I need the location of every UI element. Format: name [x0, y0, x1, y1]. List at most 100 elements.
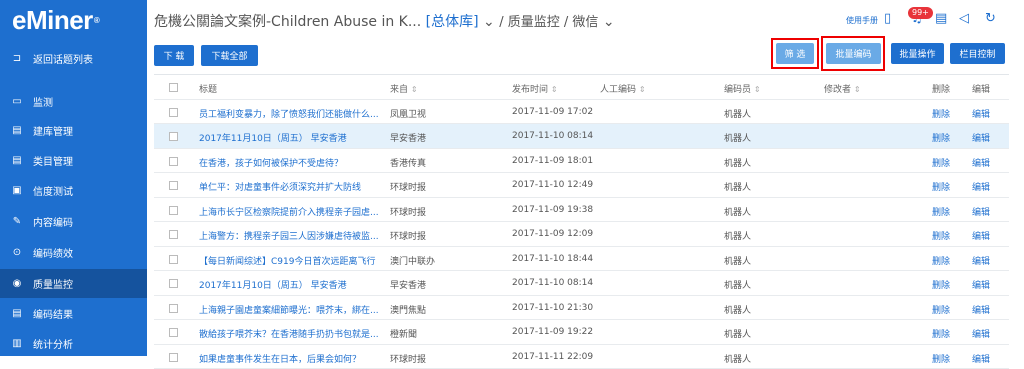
coder-cell: 机器人: [724, 205, 751, 218]
coder-cell: 机器人: [724, 229, 751, 242]
sidebar-item-label: 编码绩效: [33, 245, 73, 260]
article-title-link[interactable]: 2017年11月10日（周五） 早安香港: [199, 278, 379, 291]
row-checkbox[interactable]: [169, 230, 178, 239]
row-checkbox[interactable]: [169, 181, 178, 190]
edit-link[interactable]: 编辑: [972, 254, 990, 267]
db-link[interactable]: [总体库]: [426, 14, 479, 30]
batch-operation-button[interactable]: 批量操作: [891, 43, 944, 64]
row-checkbox[interactable]: [169, 304, 178, 313]
article-title-link[interactable]: 员工福利变暴力，除了愤怒我们还能做什么...: [199, 107, 379, 120]
row-checkbox[interactable]: [169, 132, 178, 141]
sidebar-item-label: 统计分析: [33, 336, 73, 351]
row-checkbox[interactable]: [169, 206, 178, 215]
select-all-checkbox[interactable]: [169, 83, 178, 92]
sidebar-item[interactable]: ▭监测: [0, 87, 147, 116]
refresh-icon[interactable]: ↻: [985, 11, 996, 26]
edit-link[interactable]: 编辑: [972, 278, 990, 291]
column-control-button[interactable]: 栏目控制: [950, 43, 1005, 64]
coder-cell: 机器人: [724, 278, 751, 291]
row-checkbox[interactable]: [169, 353, 178, 362]
notification-badge: 99+: [908, 7, 933, 19]
sidebar-item[interactable]: ▤ 建库管理: [0, 116, 147, 145]
column-header-manual[interactable]: 人工编码 ⇕: [600, 82, 646, 95]
edit-link[interactable]: 编辑: [972, 303, 990, 316]
article-title-link[interactable]: 2017年11月10日（周五） 早安香港: [199, 131, 379, 144]
column-header-edit: 编辑: [972, 82, 990, 95]
column-header-editor[interactable]: 修改者 ⇕: [824, 82, 861, 95]
table-row: 散給孩子喂芥末？在香港随手扔扔书包就是...橙新聞2017-11-09 19:2…: [154, 320, 1009, 345]
sidebar-item[interactable]: ▣信度测试: [0, 176, 147, 205]
article-title-link[interactable]: 上海警方：携程亲子园三人因涉嫌虐待被监...: [199, 229, 379, 242]
delete-link[interactable]: 删除: [932, 278, 950, 291]
edit-link[interactable]: 编辑: [972, 156, 990, 169]
article-title-link[interactable]: 上海親子園虐童案細節曝光：喂芥末，綁在...: [199, 303, 379, 316]
edit-link[interactable]: 编辑: [972, 327, 990, 340]
source-cell: 环球时报: [390, 205, 502, 218]
table-row: 在香港，孩子如何被保护不受虐待？香港传真2017-11-09 18:01机器人删…: [154, 149, 1009, 174]
source-cell: 环球时报: [390, 180, 502, 193]
article-title-link[interactable]: 单仁平：对虐童事件必须深究并扩大防线: [199, 180, 379, 193]
edit-link[interactable]: 编辑: [972, 229, 990, 242]
time-cell: 2017-11-10 21:30: [512, 303, 593, 313]
row-checkbox[interactable]: [169, 255, 178, 264]
article-title-link[interactable]: 【每日新闻综述】C919今日首次远距离飞行: [199, 254, 379, 267]
row-checkbox[interactable]: [169, 328, 178, 337]
delete-link[interactable]: 删除: [932, 131, 950, 144]
delete-link[interactable]: 删除: [932, 180, 950, 193]
article-title-link[interactable]: 散給孩子喂芥末？在香港随手扔扔书包就是...: [199, 327, 379, 340]
edit-link[interactable]: 编辑: [972, 107, 990, 120]
column-header-coder[interactable]: 编码员 ⇕: [724, 82, 761, 95]
column-header-delete: 删除: [932, 82, 950, 95]
sidebar-item[interactable]: ▥ 统计分析: [0, 329, 147, 358]
document-icon: ▤: [10, 125, 24, 136]
edit-link[interactable]: 编辑: [972, 205, 990, 218]
sidebar-item[interactable]: ✎内容编码: [0, 207, 147, 236]
column-header-title[interactable]: 标题: [199, 82, 217, 95]
delete-link[interactable]: 删除: [932, 327, 950, 340]
edit-link[interactable]: 编辑: [972, 352, 990, 365]
delete-link[interactable]: 删除: [932, 254, 950, 267]
source-cell: 橙新聞: [390, 327, 502, 340]
delete-link[interactable]: 删除: [932, 205, 950, 218]
source-cell: 凤凰卫视: [390, 107, 502, 120]
row-checkbox[interactable]: [169, 279, 178, 288]
sidebar-item[interactable]: ⊐返回话题列表: [0, 44, 147, 73]
article-title-link[interactable]: 如果虐童事件发生在日本，后果会如何？: [199, 352, 379, 365]
send-icon[interactable]: ◁: [959, 11, 969, 26]
sidebar-item-label: 质量监控: [33, 276, 73, 291]
sidebar-item-label: 建库管理: [33, 123, 73, 138]
back-icon: ⊐: [10, 53, 24, 64]
delete-link[interactable]: 删除: [932, 303, 950, 316]
logo: eMiner®: [0, 0, 147, 40]
column-header-time[interactable]: 发布时间 ⇕: [512, 82, 558, 95]
download-all-button[interactable]: 下载全部: [201, 45, 258, 66]
chart-icon: ▥: [10, 338, 24, 349]
sidebar-item[interactable]: ◉质量监控: [0, 269, 147, 298]
delete-link[interactable]: 删除: [932, 156, 950, 169]
sidebar-item[interactable]: ▤类目管理: [0, 146, 147, 175]
column-header-source[interactable]: 来自 ⇕: [390, 82, 418, 95]
article-table: 标题 来自 ⇕ 发布时间 ⇕ 人工编码 ⇕ 编码员 ⇕ 修改者 ⇕ 删除 编辑 …: [154, 74, 1009, 369]
delete-link[interactable]: 删除: [932, 229, 950, 242]
row-checkbox[interactable]: [169, 157, 178, 166]
time-cell: 2017-11-09 18:01: [512, 156, 593, 166]
test-icon: ▣: [10, 185, 24, 196]
coder-cell: 机器人: [724, 254, 751, 267]
sidebar-item[interactable]: ⊙编码绩效: [0, 238, 147, 267]
edit-link[interactable]: 编辑: [972, 180, 990, 193]
source-cell: 澳門焦點: [390, 303, 502, 316]
edit-link[interactable]: 编辑: [972, 131, 990, 144]
sidebar-item-label: 监测: [33, 94, 53, 109]
download-button[interactable]: 下 载: [154, 45, 194, 66]
user-manual-link[interactable]: 使用手册: [846, 15, 878, 26]
article-title-link[interactable]: 上海市长宁区检察院提前介入携程亲子园虐...: [199, 205, 379, 218]
sidebar-item[interactable]: ▤编码结果: [0, 299, 147, 328]
delete-link[interactable]: 删除: [932, 107, 950, 120]
row-checkbox[interactable]: [169, 108, 178, 117]
list-icon[interactable]: ▤: [935, 11, 947, 26]
document-icon[interactable]: ▯: [884, 11, 891, 26]
article-title-link[interactable]: 在香港，孩子如何被保护不受虐待？: [199, 156, 379, 169]
pen-icon: ✎: [10, 216, 24, 227]
highlight-box: [821, 36, 885, 71]
delete-link[interactable]: 删除: [932, 352, 950, 365]
